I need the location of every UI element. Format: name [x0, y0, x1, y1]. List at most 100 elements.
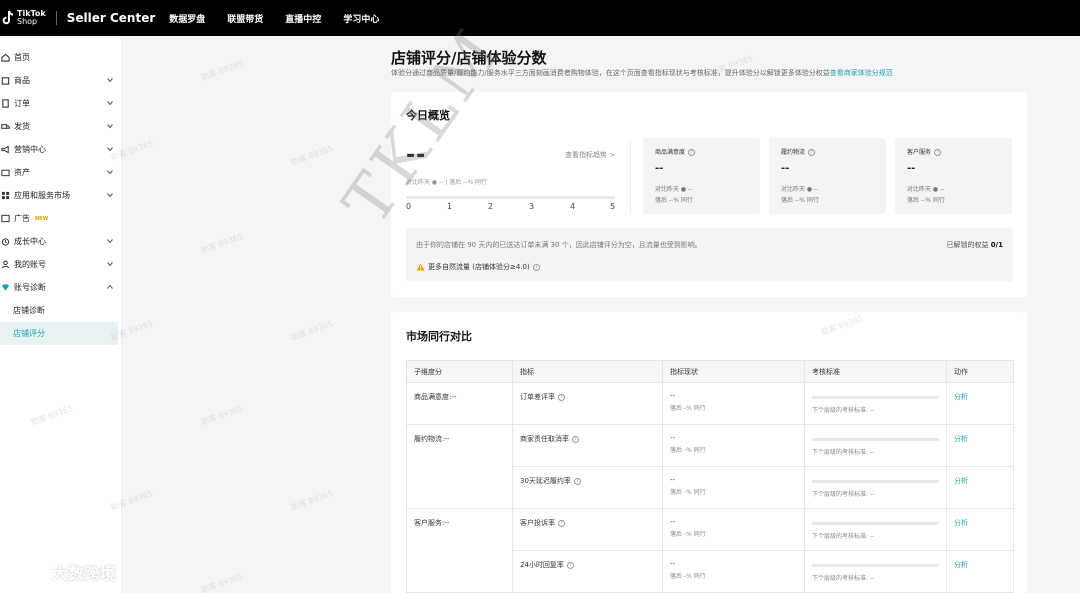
help-icon[interactable]: ? [808, 149, 816, 156]
metric-title: 履约物流 [781, 149, 806, 156]
sidebar-item-ads[interactable]: 广告 NEW [0, 207, 121, 230]
sidebar-item-app-market[interactable]: 应用和服务市场 [0, 184, 121, 207]
chevron-down-icon [107, 78, 113, 83]
view-trend-link[interactable]: 查看指标趋势 > [565, 150, 615, 160]
peer-comparison-title: 市场同行对比 [406, 330, 472, 343]
sidebar-item-products[interactable]: 商品 [0, 69, 121, 92]
column-header: 动作 [946, 360, 1014, 383]
diagnosis-icon [1, 284, 10, 291]
standard-text: 下个层级的考核标准: -- [812, 533, 875, 540]
indicator-label: 订单差评率 [520, 393, 555, 401]
action-cell: 分析 [946, 466, 1014, 509]
unlocked-value: 0/1 [990, 241, 1003, 249]
metric-value: -- [907, 163, 916, 174]
peer-compare: 落后 -% 同行 [670, 531, 706, 538]
help-icon[interactable]: ? [934, 149, 942, 156]
small-watermark: 助客 89365 [289, 143, 335, 168]
corner-watermark-text: 大数跨境 [52, 564, 117, 583]
indicator-cell: 30天延迟履约率? [512, 466, 663, 509]
corner-watermark: 大数跨境 [8, 560, 116, 584]
current-value: -- [670, 476, 676, 484]
standard-cell: 下个层级的考核标准: -- [804, 508, 947, 551]
sidebar-subitem-store-score[interactable]: 店铺评分 [0, 322, 118, 345]
tiktok-note-icon [2, 10, 14, 26]
help-icon[interactable]: ? [572, 435, 579, 443]
metric-card-product-satisfaction[interactable]: 商品满意度? -- 对比昨天 ● -- 落后 --% 同行 [643, 138, 760, 214]
sidebar-item-assets[interactable]: 资产 [0, 161, 121, 184]
metric-compare: 对比昨天 ● -- [781, 186, 819, 193]
indicator-cell: 24小时回复率? [512, 550, 663, 593]
sidebar-item-marketing[interactable]: 营销中心 [0, 138, 121, 161]
sidebar-item-label: 账号诊断 [14, 283, 46, 292]
notice-text: 由于你的店铺在 90 天内的已送达订单未满 30 个，因此店铺评分为空，且流量也… [416, 241, 702, 249]
order-icon [2, 99, 9, 108]
top-navigation-bar: TikTok Shop Seller Center 数据罗盘 联盟带货 直播中控… [0, 0, 1080, 36]
tiktok-shop-logo[interactable]: TikTok Shop [2, 10, 46, 26]
experience-score-rules-link[interactable]: 查看商家体验分规范 [830, 69, 893, 77]
sidebar-item-label: 首页 [14, 53, 30, 62]
current-cell: -- 落后 -% 同行 [662, 382, 805, 425]
new-badge: NEW [35, 215, 49, 222]
page-description-text: 体验分通过商品质量/履约能力/服务水平三方面刻画消费者购物体验，在这个页面查看指… [391, 69, 830, 77]
sidebar-item-label: 应用和服务市场 [14, 191, 70, 200]
wallet-icon [1, 169, 10, 177]
standard-text: 下个层级的考核标准: -- [812, 491, 875, 498]
table-header-row: 子维度分 指标 指标现状 考核标准 动作 [406, 360, 1014, 383]
sidebar-item-label: 商品 [14, 76, 30, 85]
metric-card-logistics[interactable]: 履约物流? -- 对比昨天 ● -- 落后 --% 同行 [769, 138, 886, 214]
analyze-link[interactable]: 分析 [954, 477, 968, 485]
warning-icon [416, 263, 425, 271]
table-row: 商品满意度:-- 订单差评率? -- 落后 -% 同行 下个层级的考核标准: --… [406, 382, 1014, 425]
action-cell: 分析 [946, 424, 1014, 467]
standard-cell: 下个层级的考核标准: -- [804, 466, 947, 509]
metric-peer: 落后 --% 同行 [907, 197, 945, 204]
user-icon [1, 260, 10, 269]
indicator-cell: 商家责任取消率? [512, 424, 663, 467]
peer-comparison-table: 子维度分 指标 指标现状 考核标准 动作 商品满意度:-- 订单差评率? -- 落… [406, 360, 1014, 593]
indicator-label: 24小时回复率 [520, 561, 564, 569]
sidebar-item-label: 我的账号 [14, 260, 46, 269]
sidebar-item-account-diagnosis[interactable]: 账号诊断 [0, 276, 121, 299]
current-cell: -- 落后 -% 同行 [662, 466, 805, 509]
analyze-link[interactable]: 分析 [954, 561, 968, 569]
small-watermark: 助客 89365 [199, 231, 245, 256]
sidebar-item-shipping[interactable]: 发货 [0, 115, 121, 138]
sidebar-subitem-store-diagnosis[interactable]: 店铺诊断 [0, 299, 121, 322]
nav-learning-center[interactable]: 学习中心 [343, 12, 379, 25]
small-watermark: 助客 89365 [199, 571, 245, 593]
scale-label-4: 4 [570, 202, 576, 211]
column-header: 指标现状 [662, 360, 805, 383]
truck-icon [1, 124, 10, 129]
sidebar: 首页 商品 订单 发货 营销中心 资产 应用和服务市场 广告 NEW 成长中心 [0, 36, 122, 593]
help-icon[interactable]: ? [573, 477, 581, 485]
peer-compare: 落后 -% 同行 [670, 447, 706, 454]
current-value: -- [670, 434, 676, 442]
help-icon[interactable]: ? [566, 561, 574, 569]
sidebar-item-home[interactable]: 首页 [0, 46, 121, 69]
sidebar-item-my-account[interactable]: 我的账号 [0, 253, 121, 276]
column-header: 考核标准 [804, 360, 947, 383]
sidebar-item-orders[interactable]: 订单 [0, 92, 121, 115]
info-icon[interactable]: i [532, 263, 540, 271]
chevron-up-icon [107, 284, 113, 289]
nav-affiliate[interactable]: 联盟带货 [227, 12, 263, 25]
score-notice-box: 由于你的店铺在 90 天内的已送达订单未满 30 个，因此店铺评分为空，且流量也… [406, 228, 1013, 282]
help-icon[interactable]: ? [688, 149, 696, 156]
analyze-link[interactable]: 分析 [954, 435, 968, 443]
nav-live-console[interactable]: 直播中控 [285, 12, 321, 25]
metric-card-customer-service[interactable]: 客户服务? -- 对比昨天 ● -- 落后 --% 同行 [895, 138, 1012, 214]
sidebar-item-growth[interactable]: 成长中心 [0, 230, 121, 253]
current-value: -- [670, 518, 676, 526]
help-icon[interactable]: ? [558, 393, 565, 401]
nav-data-compass[interactable]: 数据罗盘 [169, 12, 205, 25]
standard-cell: 下个层级的考核标准: -- [804, 382, 947, 425]
help-icon[interactable]: ? [558, 519, 565, 527]
sidebar-item-label: 资产 [14, 168, 30, 177]
scale-label-1: 1 [447, 202, 453, 211]
standard-text: 下个层级的考核标准: -- [812, 575, 875, 582]
home-icon [1, 53, 10, 62]
analyze-link[interactable]: 分析 [954, 393, 968, 401]
analyze-link[interactable]: 分析 [954, 519, 968, 527]
table-row: 客户服务:-- 客户投诉率? -- 落后 -% 同行 下个层级的考核标准: -- … [406, 508, 1014, 593]
scale-label-3: 3 [529, 202, 535, 211]
